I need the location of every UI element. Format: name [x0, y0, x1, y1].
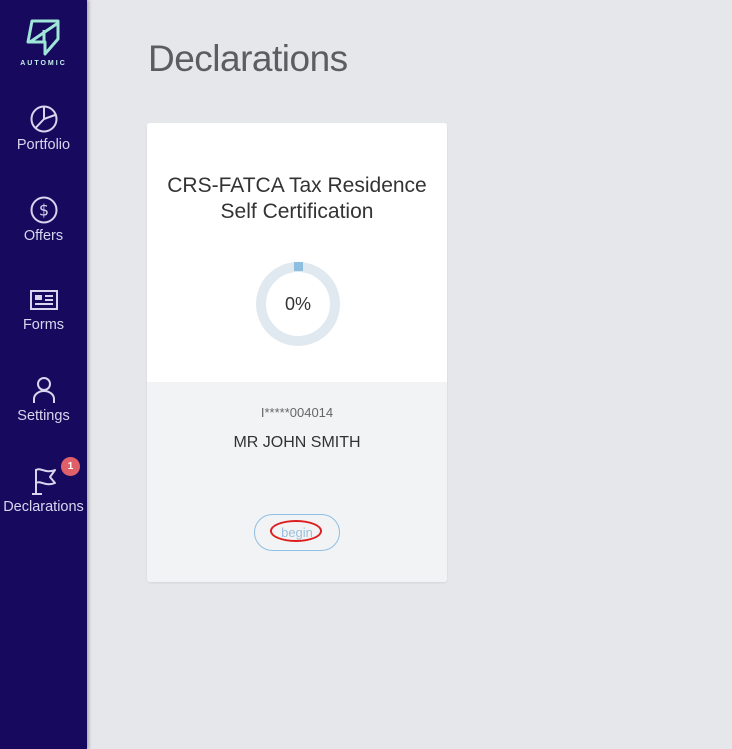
sidebar-item-forms[interactable]: Forms: [0, 286, 87, 356]
account-holder: MR JOHN SMITH: [233, 434, 361, 451]
sidebar-item-settings[interactable]: Settings: [0, 375, 87, 445]
account-number: I*****004014: [260, 405, 334, 420]
card-title: CRS-FATCA Tax Residence Self Certificati…: [167, 174, 427, 223]
id-card-icon: [29, 290, 58, 310]
card-header: CRS-FATCA Tax Residence Self Certificati…: [147, 123, 447, 382]
card-footer: I*****004014 MR JOHN SMITH begin: [147, 382, 447, 582]
sidebar-item-label: Portfolio: [16, 137, 71, 153]
logo-text: AUTOMIC: [20, 60, 67, 67]
sidebar-item-label: Settings: [17, 408, 70, 424]
begin-button[interactable]: begin: [254, 514, 340, 551]
automic-logo-icon: [26, 19, 59, 56]
sidebar-item-label: Forms: [22, 317, 65, 333]
automic-logo[interactable]: AUTOMIC: [0, 18, 87, 67]
sidebar-item-declarations[interactable]: 1 Declarations: [0, 457, 87, 536]
dollar-circle-icon: $: [30, 196, 57, 224]
page-title: Declarations: [148, 38, 348, 79]
sidebar-item-label: Declarations: [3, 499, 84, 515]
declaration-card: CRS-FATCA Tax Residence Self Certificati…: [147, 123, 447, 582]
begin-button-label: begin: [281, 525, 313, 540]
sidebar-item-portfolio[interactable]: Portfolio: [0, 104, 87, 174]
sidebar-item-label: Offers: [23, 228, 64, 244]
progress-label: 0%: [284, 294, 311, 314]
sidebar: AUTOMIC Portfolio $ Offers Forms Setting…: [0, 0, 87, 749]
sidebar-item-offers[interactable]: $ Offers: [0, 195, 87, 265]
svg-text:$: $: [38, 201, 48, 220]
pie-chart-icon: [30, 105, 57, 133]
flag-icon: [31, 468, 56, 495]
progress-ring: 0%: [254, 260, 342, 348]
notification-badge: 1: [61, 457, 80, 476]
user-icon: [32, 377, 55, 403]
